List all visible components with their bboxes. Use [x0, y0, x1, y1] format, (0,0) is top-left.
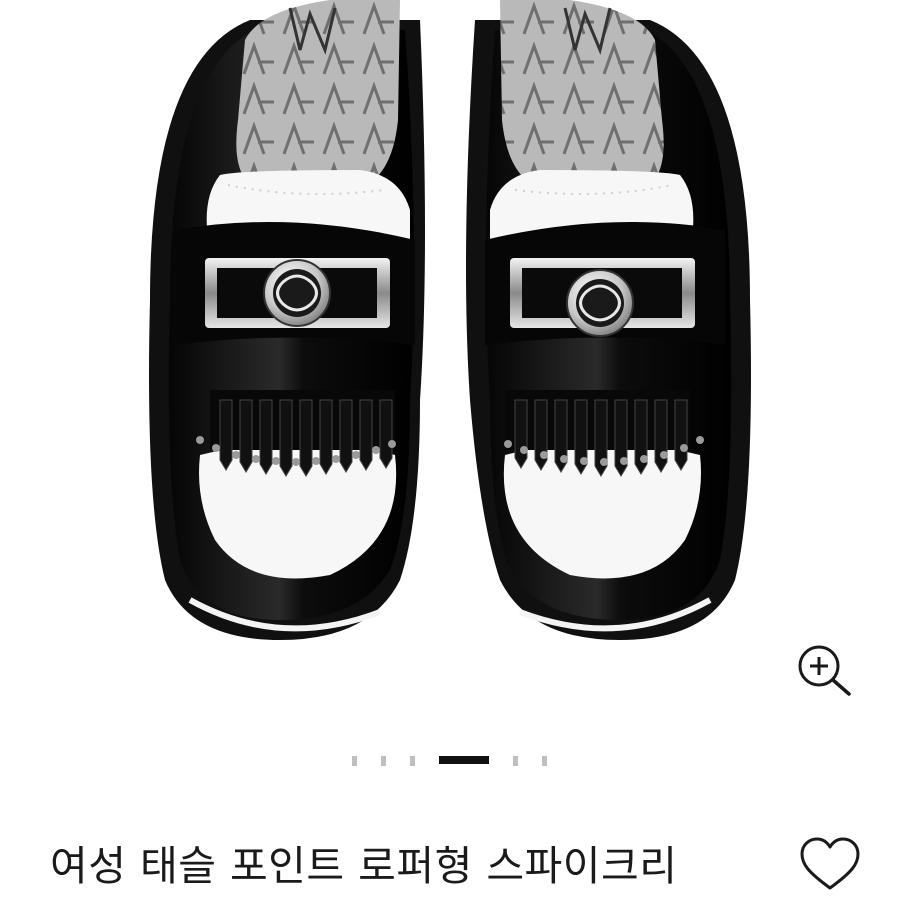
page-dot-1[interactable] — [352, 756, 357, 766]
zoom-in-icon — [798, 645, 851, 696]
page-dot-3[interactable] — [410, 756, 415, 766]
zoom-button[interactable] — [795, 642, 857, 698]
heart-icon — [800, 837, 860, 890]
product-title: 여성 태슬 포인트 로퍼형 스파이크리 — [50, 842, 678, 890]
page-dot-4-active[interactable] — [439, 756, 489, 764]
product-detail-page: 여성 태슬 포인트 로퍼형 스파이크리 — [0, 0, 900, 900]
right-shoe — [466, 0, 751, 640]
page-dot-6[interactable] — [542, 756, 547, 766]
product-image[interactable] — [0, 0, 900, 740]
left-shoe — [149, 0, 425, 640]
wishlist-button[interactable] — [798, 836, 862, 896]
image-pagination — [0, 756, 900, 768]
page-dot-2[interactable] — [381, 756, 386, 766]
page-dot-5[interactable] — [513, 756, 518, 766]
